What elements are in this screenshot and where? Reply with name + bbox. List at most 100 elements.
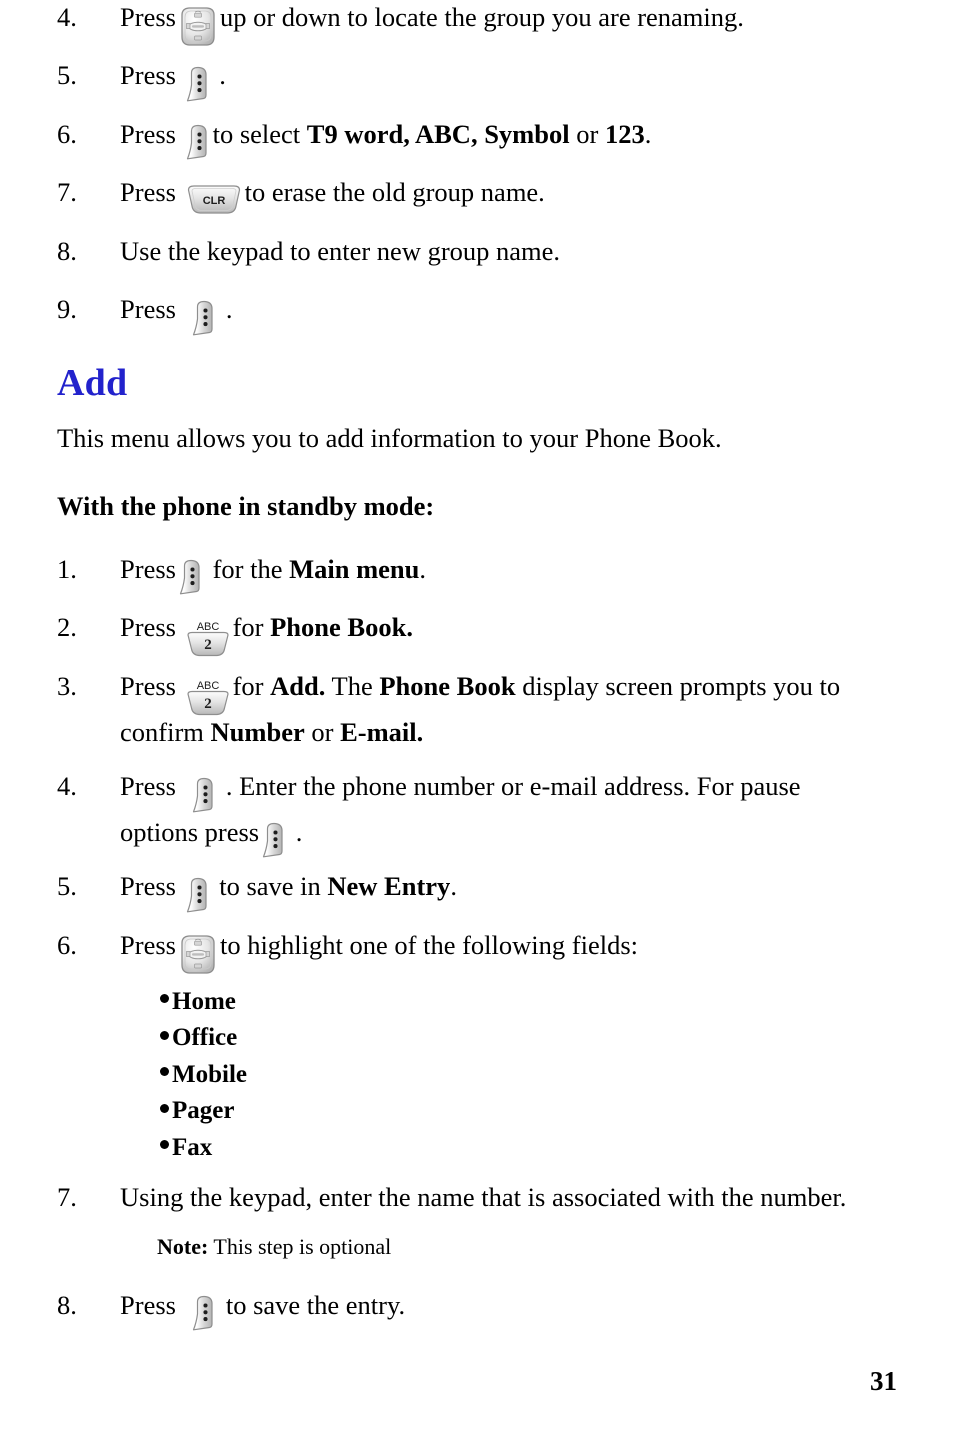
list-item: 2. Press ABC 2 for Phone Book. [0, 610, 954, 656]
list-item: 5. Press to save in New Entry. [0, 869, 954, 912]
step-post-text: to save in [219, 871, 328, 902]
keypad-2-digit: 2 [204, 696, 212, 712]
list-item: 5. Press . [0, 58, 954, 102]
list-item: Fax [160, 1130, 954, 1167]
soft-menu-key-icon [185, 66, 211, 102]
step-number: 8. [57, 1289, 77, 1320]
bullet-dot-icon [160, 1067, 169, 1077]
keypad-2-letters: ABC [196, 680, 219, 692]
step-text: Use the keypad to enter new group name. [120, 235, 561, 266]
step-post-c: . [644, 118, 652, 149]
step-number: 4. [57, 771, 77, 802]
list-item: 4. Press up or down to locate the group y… [0, 0, 954, 47]
step-bold-a: New Entry [327, 871, 451, 902]
step-number: 4. [57, 2, 77, 32]
step-post-text: up or down to locate the group you are r… [219, 2, 744, 32]
step-pre-text: Press [120, 670, 176, 701]
step-post-text: for the [212, 553, 290, 584]
step-text: Press CLR to erase the old group name. [120, 175, 910, 214]
bullet-label: Home [172, 987, 236, 1015]
bullet-dot-icon [160, 1103, 169, 1113]
list-item: 6. Press to select T9 word, ABC, Symbol … [0, 117, 954, 160]
list-item: 3. Press ABC 2 for Add. The Phone Book dis… [0, 669, 954, 749]
navigation-key-icon [177, 934, 219, 975]
step-pre-text: Press [120, 871, 176, 902]
step-post-b: The [325, 670, 380, 701]
step-post-text: for [232, 611, 271, 642]
list-item: 8. Use the keypad to enter new group nam… [0, 234, 954, 268]
list-item: Pager [160, 1093, 954, 1130]
step-pre-text: Press [120, 611, 176, 642]
clr-key-icon: CLR [186, 184, 242, 215]
bullet-label: Office [172, 1024, 238, 1052]
list-item: 7. Using the keypad, enter the name that… [0, 1180, 954, 1214]
soft-menu-key-icon [185, 877, 211, 913]
list-item: 6. Press to highlight one of the followin… [0, 928, 954, 974]
step-pre-text: Press [120, 118, 176, 149]
bullet-label: Fax [172, 1133, 213, 1161]
step-pre-text: Press [120, 2, 176, 32]
step-pre-text: Press [120, 553, 176, 584]
step-second-line: confirm Number or E-mail. [120, 715, 910, 749]
step-text: Press for the Main menu. [120, 552, 910, 595]
step-line2-bold-b: E-mail. [340, 716, 424, 747]
list-item: Home [160, 984, 954, 1021]
list-item: Mobile [160, 1057, 954, 1094]
soft-menu-key-icon [191, 777, 217, 813]
step-pre-text: Press [120, 1289, 176, 1320]
keypad-2-letters: ABC [196, 621, 219, 633]
page-title: Add [57, 361, 128, 404]
step-post-text: for [232, 670, 271, 701]
step-text: Press ABC 2 for Add. The Phone Book displa… [120, 669, 910, 749]
step-line2-bold-a: Number [210, 716, 305, 747]
step-text: Using the keypad, enter the name that is… [120, 1182, 847, 1213]
step-post-text: . [219, 60, 226, 91]
step-post-text: . [225, 294, 233, 325]
field-bullet-list: Home Office Mobile Pager Fax [0, 984, 954, 1167]
step-number: 1. [57, 553, 77, 584]
step-number: 2. [57, 611, 77, 642]
step-bold-a: Add. [270, 670, 326, 701]
soft-menu-key-icon [185, 124, 211, 160]
bullet-dot-icon [160, 994, 169, 1004]
keypad-2-abc-key-icon: ABC 2 [185, 674, 231, 718]
step-text: Press up or down to locate the group you … [120, 0, 910, 47]
step-number: 6. [57, 118, 77, 149]
step-post-text: to save the entry. [225, 1289, 406, 1320]
step-text: Press to highlight one of the following f… [120, 928, 910, 974]
list-item: 8. Press to save the entry. [0, 1288, 954, 1331]
step-line2-b: . [295, 816, 303, 847]
keypad-2-abc-key-icon: ABC 2 [185, 615, 231, 659]
step-line2-b: or [304, 716, 341, 747]
soft-menu-key-icon [191, 300, 217, 336]
step-bold-a: Main menu [289, 553, 420, 584]
step-post-b: or [569, 118, 605, 149]
list-item: 7. Press CLR to erase the old group name. [0, 175, 954, 214]
step-number: 5. [57, 871, 77, 902]
keypad-2-digit: 2 [204, 637, 212, 653]
step-number: 6. [57, 929, 77, 960]
step-pre-text: Press [120, 929, 176, 960]
step-number: 5. [57, 60, 77, 91]
step-number: 7. [57, 1182, 77, 1213]
step-text: Press . [120, 58, 910, 102]
note-block: Note: This step is optional [0, 1233, 954, 1262]
subheading: With the phone in standby mode: [57, 491, 435, 522]
step-text: Press . [120, 292, 910, 336]
step-number: 7. [57, 177, 77, 208]
step-post-c: display screen prompts you to [515, 670, 841, 701]
step-pre-text: Press [120, 177, 176, 208]
step-number: 8. [57, 235, 77, 266]
list-item: 9. Press . [0, 292, 954, 336]
step-line2-a: confirm [120, 716, 211, 747]
step-text: Press ABC 2 for Phone Book. [120, 610, 910, 656]
step-number: 9. [57, 294, 77, 325]
bullet-label: Pager [172, 1097, 235, 1125]
step-pre-text: Press [120, 771, 176, 802]
step-bold-b: Phone Book [379, 670, 516, 701]
step-number: 3. [57, 670, 77, 701]
page-number: 31 [870, 1366, 897, 1396]
list-item: 4. Press . Enter the phone number or e-m… [0, 769, 954, 858]
bullet-label: Mobile [172, 1060, 247, 1088]
step-post-text: . Enter the phone number or e-mail addre… [225, 771, 801, 802]
